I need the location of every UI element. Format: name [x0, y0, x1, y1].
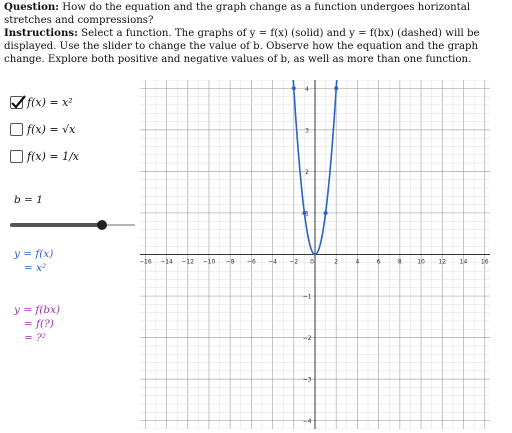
x-tick-label: −10	[203, 259, 216, 266]
y-tick-label: −2	[303, 335, 312, 342]
x-tick-label: 0	[310, 259, 314, 266]
function-checkbox-sqrt[interactable]	[10, 122, 23, 136]
function-option-sqrt[interactable]: f(x) = √x	[10, 120, 75, 138]
y-tick-label: 3	[305, 127, 309, 134]
x-tick-label: −8	[226, 259, 235, 266]
equation-solid: y = f(x) = x²	[14, 247, 53, 275]
function-option-square[interactable]: f(x) = x²	[10, 93, 73, 111]
x-tick-label: 8	[398, 259, 402, 266]
x-tick-label: −4	[268, 259, 277, 266]
equation-dashed-line3: = ?²	[24, 332, 46, 344]
x-tick-label: 6	[377, 259, 381, 266]
function-label-square: f(x) = x²	[27, 95, 73, 109]
question-label: Question:	[4, 1, 60, 13]
x-tick-label: −2	[289, 259, 298, 266]
x-tick-label: 16	[481, 259, 489, 266]
slider-value-label: b = 1	[14, 194, 43, 206]
x-tick-label: −14	[160, 259, 173, 266]
question-text: How do the equation and the graph change…	[4, 2, 471, 26]
b-slider[interactable]	[10, 219, 135, 231]
curve-point	[302, 210, 307, 215]
y-tick-label: −1	[303, 294, 312, 301]
y-tick-label: 2	[305, 169, 309, 176]
instructions-label: Instructions:	[4, 27, 78, 39]
x-tick-label: 10	[417, 259, 425, 266]
x-tick-label: 4	[356, 259, 360, 266]
graph-panel[interactable]: −16 −14 −12 −10 −8 −6 −4 −2 0 2 4 6 8 10 12 14 16 4 3 2 1 −1−…	[139, 71, 490, 430]
x-tick-label: 12	[438, 259, 446, 266]
y-tick-label: −4	[303, 418, 312, 425]
equation-dashed-line1: y = f(bx)	[14, 304, 61, 316]
x-tick-label: 2	[334, 259, 338, 266]
function-checkbox-reciprocal[interactable]	[10, 149, 23, 163]
function-label-reciprocal: f(x) = 1/x	[27, 149, 79, 163]
slider-fill	[10, 223, 102, 227]
slider-thumb[interactable]	[96, 220, 107, 230]
x-tick-label: 14	[460, 259, 468, 266]
equation-dashed-line2: = f(?)	[24, 318, 54, 330]
equation-solid-line1: y = f(x)	[14, 248, 54, 260]
curve-point	[334, 86, 339, 91]
function-checkbox-square[interactable]	[10, 94, 26, 109]
checkmark-icon	[11, 94, 26, 109]
instructions-text: Question: How do the equation and the gr…	[4, 1, 508, 66]
x-tick-label: −12	[181, 259, 194, 266]
equation-dashed: y = f(bx) = f(?) = ?²	[14, 303, 60, 345]
equation-solid-line2: = x²	[24, 262, 47, 274]
function-graph[interactable]: −16 −14 −12 −10 −8 −6 −4 −2 0 2 4 6 8 10 12 14 164321−1−…	[139, 71, 490, 430]
x-tick-label: −16	[140, 259, 152, 266]
function-label-sqrt: f(x) = √x	[27, 122, 76, 136]
curve-point	[323, 210, 328, 215]
y-tick-label: −3	[303, 377, 312, 384]
x-tick-label: −6	[247, 259, 256, 266]
function-option-reciprocal[interactable]: f(x) = 1/x	[10, 147, 79, 165]
y-tick-label: 4	[305, 86, 309, 93]
curve-point	[291, 86, 296, 91]
